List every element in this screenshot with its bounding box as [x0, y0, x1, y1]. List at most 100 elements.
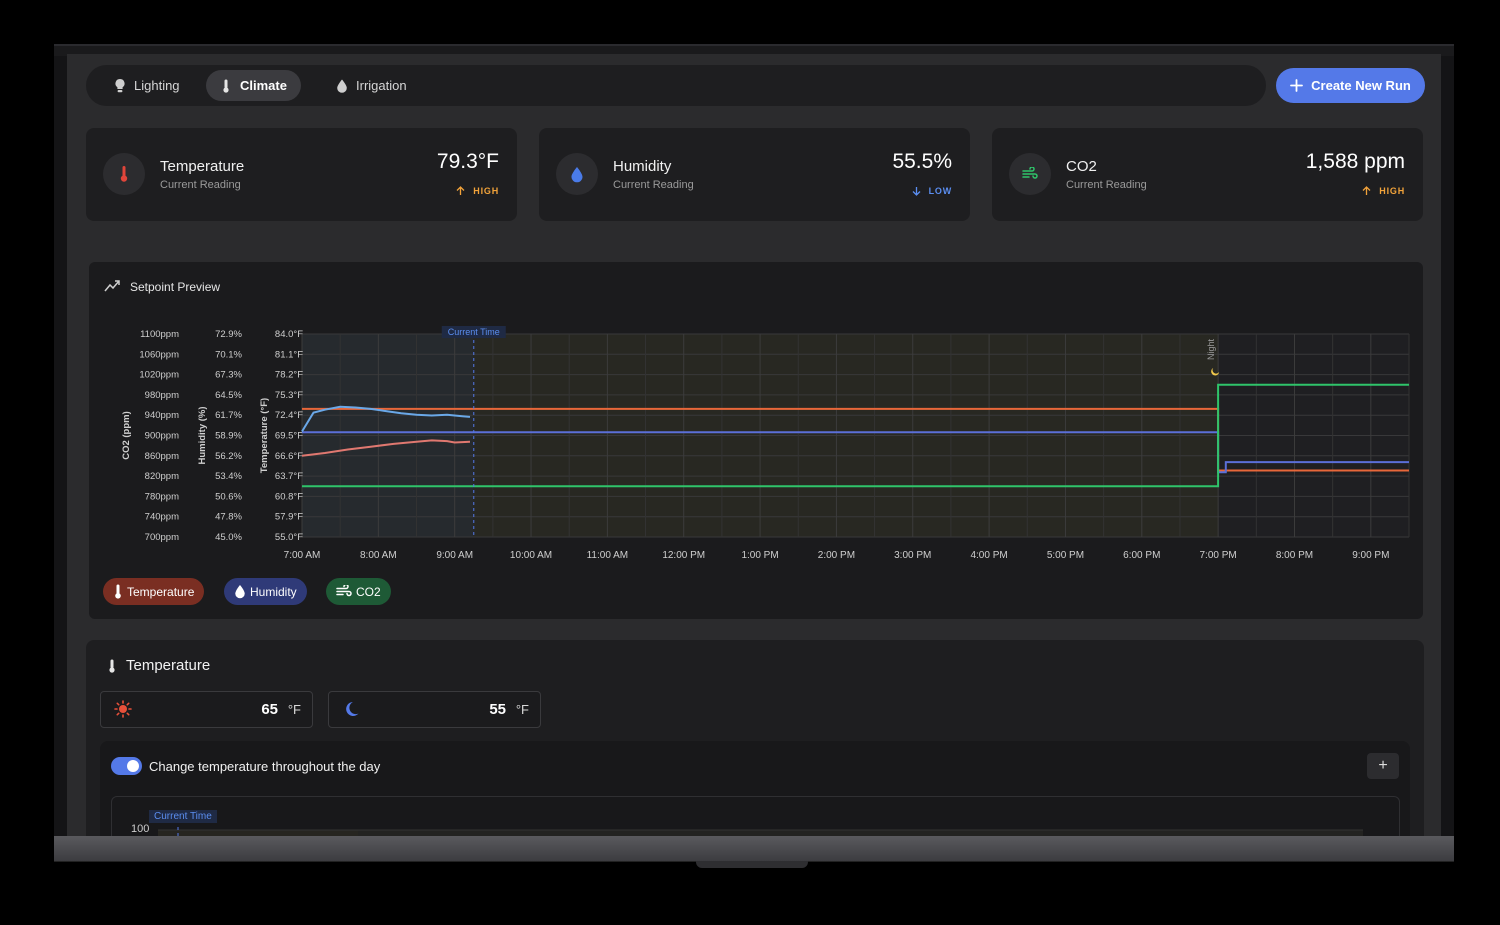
monitor-bezel-left	[54, 44, 67, 842]
status-label: HIGH	[1379, 186, 1405, 196]
y-tick-label: 67.3%	[215, 370, 242, 381]
y-tick-label: 84.0°F	[275, 329, 303, 340]
x-tick-label: 11:00 AM	[587, 550, 629, 561]
y-tick-label: 81.1°F	[275, 349, 303, 360]
y-tick-label: 45.0%	[215, 532, 242, 543]
toggle-knob	[127, 760, 139, 772]
y-tick-label: 58.9%	[215, 431, 242, 442]
moon-icon	[346, 702, 359, 716]
y-tick-label: 980ppm	[145, 390, 179, 401]
y-tick-label: 1100ppm	[140, 329, 179, 340]
y-tick-label: 63.7°F	[275, 471, 303, 482]
card-value: 1,588 ppm	[1305, 150, 1405, 173]
change-throughout-day-toggle[interactable]	[111, 757, 142, 775]
y-tick-label: 740ppm	[145, 512, 179, 523]
setpoint-chart[interactable]: 1100ppm 1060ppm 1020ppm 980ppm 940ppm 900ppm 8…	[89, 262, 1423, 572]
tab-climate-label: Climate	[240, 78, 287, 93]
tab-irrigation-label: Irrigation	[356, 78, 407, 93]
y-tick-label: 56.2%	[215, 451, 242, 462]
y-tick-label: 72.9%	[215, 329, 242, 340]
x-tick-label: 9:00 PM	[1352, 550, 1389, 561]
y-axis-title: CO2 (ppm)	[121, 411, 132, 460]
y-tick-label: 69.5°F	[275, 431, 303, 442]
x-tick-label: 8:00 PM	[1276, 550, 1313, 561]
x-tick-label: 9:00 AM	[436, 550, 473, 561]
unit-label: °F	[515, 702, 529, 717]
thermometer-icon	[223, 79, 229, 93]
thermometer-icon	[109, 659, 115, 673]
co2-card: CO2 Current Reading 1,588 ppm HIGH	[992, 128, 1423, 221]
night-temperature-value: 55	[489, 701, 506, 718]
setpoint-preview-panel: Setpoint Preview 1100ppm 1060ppm 1020ppm 98…	[89, 262, 1423, 619]
add-schedule-button[interactable]: +	[1367, 753, 1399, 779]
legend-co2[interactable]: CO2	[326, 578, 391, 605]
monitor-stand-foot	[696, 861, 808, 868]
toggle-label: Change temperature throughout the day	[149, 759, 381, 774]
wind-icon	[1009, 153, 1051, 195]
x-tick-label: 3:00 PM	[894, 550, 931, 561]
y-tick-label: 53.4%	[215, 471, 242, 482]
thermometer-icon	[103, 153, 145, 195]
y-tick-label: 57.9°F	[275, 512, 303, 523]
temperature-schedule-panel: Change temperature throughout the day + …	[100, 741, 1410, 836]
card-subtitle: Current Reading	[1066, 179, 1147, 191]
y-axis-title: Temperature (°F)	[259, 398, 270, 473]
create-new-run-label: Create New Run	[1311, 78, 1411, 93]
tab-irrigation[interactable]: Irrigation	[322, 70, 421, 101]
y-tick-label: 780ppm	[145, 491, 179, 502]
tab-climate[interactable]: Climate	[206, 70, 301, 101]
tab-bar: Lighting Climate Irrigation	[86, 65, 1266, 106]
legend-humidity[interactable]: Humidity	[224, 578, 307, 605]
tab-lighting-label: Lighting	[134, 78, 180, 93]
temperature-section: Temperature 65 °F 55 °F Change temperatu…	[86, 640, 1424, 836]
y-tick-label: 900ppm	[145, 431, 179, 442]
current-time-label: Current Time	[448, 327, 500, 337]
day-temperature-field[interactable]: 65 °F	[100, 691, 313, 728]
wind-icon	[336, 585, 352, 597]
y-tick-label: 61.7%	[215, 410, 242, 421]
create-new-run-button[interactable]: Create New Run	[1276, 68, 1425, 103]
night-temperature-field[interactable]: 55 °F	[328, 691, 541, 728]
x-tick-label: 8:00 AM	[360, 550, 397, 561]
card-title: Humidity	[613, 158, 672, 175]
y-tick-label: 940ppm	[145, 410, 179, 421]
humidity-card: Humidity Current Reading 55.5% LOW	[539, 128, 970, 221]
arrow-down-icon	[912, 187, 921, 196]
card-value: 55.5%	[892, 150, 952, 173]
y-tick-label: 700ppm	[145, 532, 179, 543]
screen: Lighting Climate Irrigation Create New R…	[67, 54, 1441, 836]
legend-temperature[interactable]: Temperature	[103, 578, 205, 605]
y-tick-label: 60.8°F	[275, 491, 303, 502]
y-tick-label: 50.6%	[215, 491, 242, 502]
drop-icon	[337, 79, 347, 93]
x-tick-label: 6:00 PM	[1123, 550, 1160, 561]
temperature-mini-chart: Current Time 100	[111, 796, 1400, 836]
y-tick-label: 75.3°F	[275, 390, 303, 401]
arrow-up-icon	[1362, 186, 1371, 195]
card-subtitle: Current Reading	[613, 179, 694, 191]
section-title: Temperature	[126, 657, 211, 674]
y-tick-label: 78.2°F	[275, 370, 303, 381]
status-label: HIGH	[473, 186, 499, 196]
x-tick-label: 10:00 AM	[510, 550, 552, 561]
night-label: Night	[1206, 338, 1216, 360]
x-tick-label: 7:00 AM	[284, 550, 321, 561]
temperature-card: Temperature Current Reading 79.3°F HIGH	[86, 128, 517, 221]
x-tick-label: 12:00 PM	[662, 550, 705, 561]
y-axis-title: Humidity (%)	[197, 406, 208, 464]
sun-icon	[114, 700, 132, 718]
y-tick-label: 55.0°F	[275, 532, 303, 543]
drop-icon	[556, 153, 598, 195]
thermometer-icon	[115, 584, 121, 599]
y-tick-label: 72.4°F	[275, 410, 303, 421]
day-temperature-value: 65	[261, 701, 278, 718]
x-tick-label: 4:00 PM	[970, 550, 1007, 561]
card-title: Temperature	[160, 158, 245, 175]
tab-lighting[interactable]: Lighting	[100, 70, 194, 101]
x-tick-label: 7:00 PM	[1200, 550, 1237, 561]
x-tick-label: 1:00 PM	[741, 550, 778, 561]
y-tick-label: 47.8%	[215, 512, 242, 523]
legend-label: Temperature	[127, 584, 195, 599]
y-tick-label: 64.5%	[215, 390, 242, 401]
card-value: 79.3°F	[436, 150, 499, 173]
